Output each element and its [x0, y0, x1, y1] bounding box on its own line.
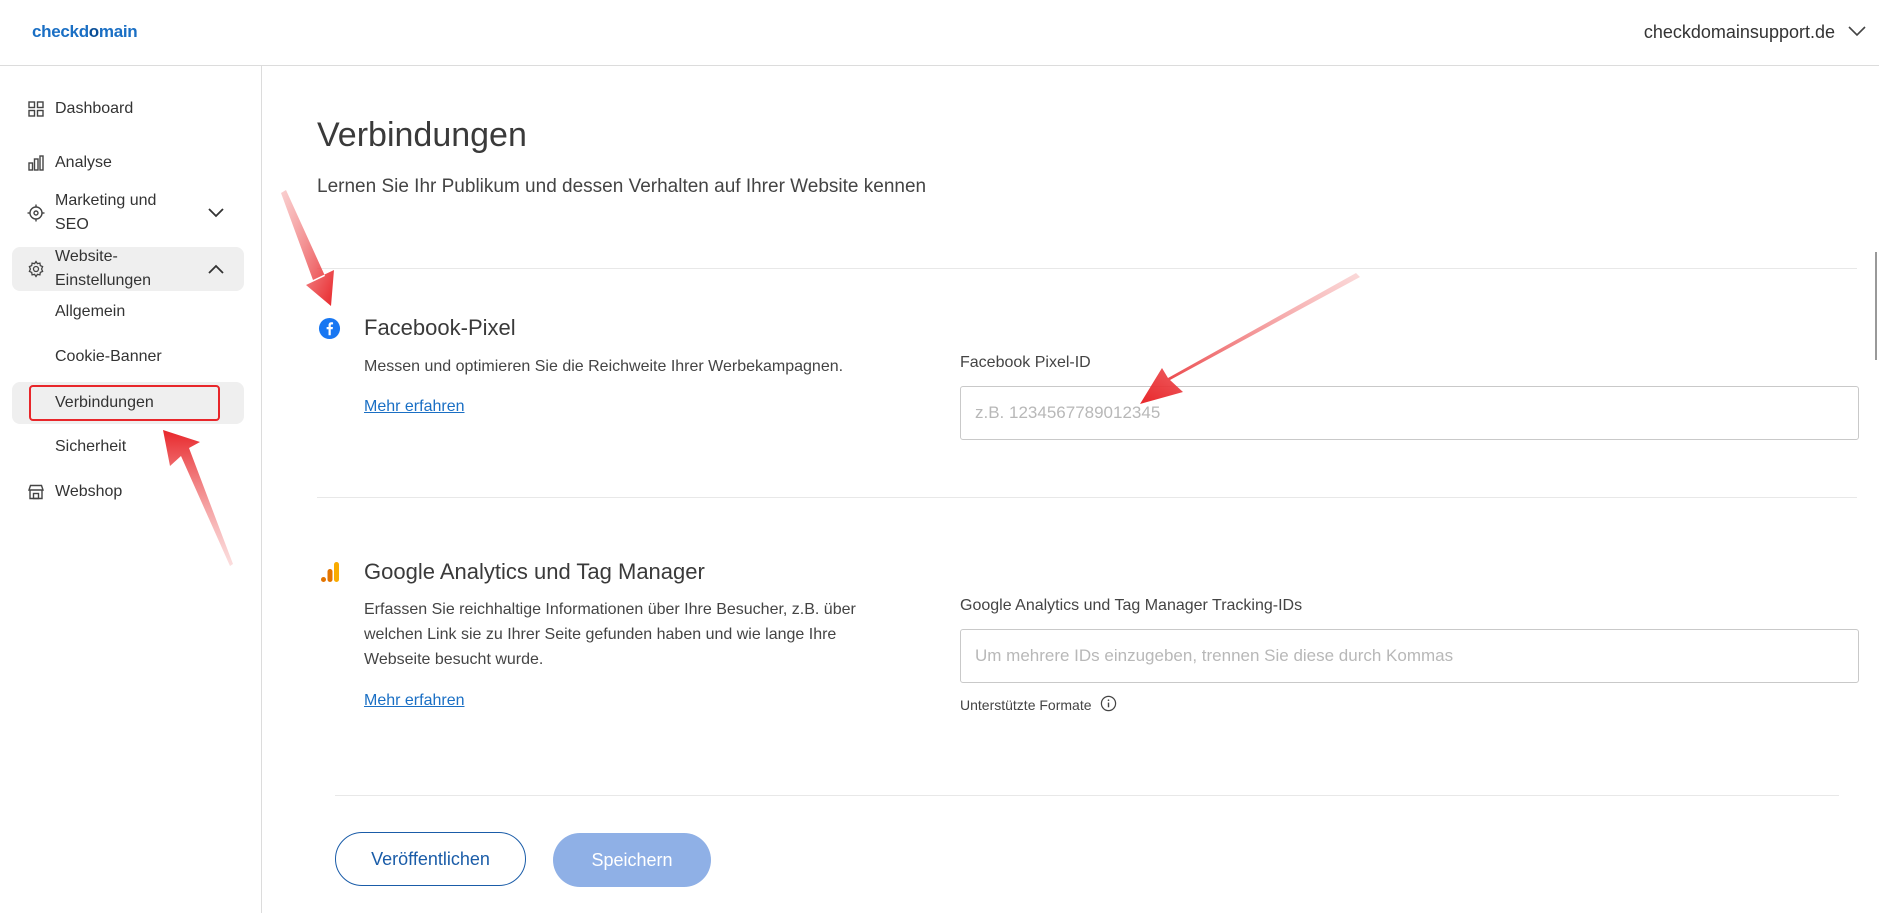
info-icon[interactable]	[1100, 695, 1117, 715]
google-more-link[interactable]: Mehr erfahren	[364, 692, 465, 710]
shop-icon	[27, 483, 45, 501]
facebook-icon	[318, 317, 341, 340]
chevron-down-icon	[1847, 22, 1867, 43]
sidebar: Dashboard Analyse Marketing und SEO Webs…	[0, 66, 262, 913]
scrollbar[interactable]	[1875, 252, 1879, 360]
domain-selector[interactable]: checkdomainsupport.de	[1644, 22, 1867, 43]
sidebar-item-label: Marketing und SEO	[55, 192, 157, 233]
google-tracking-ids-input[interactable]	[960, 629, 1859, 683]
bar-chart-icon	[27, 154, 45, 172]
save-button[interactable]: Speichern	[553, 833, 711, 887]
facebook-pixel-id-label: Facebook Pixel-ID	[960, 354, 1091, 371]
sidebar-item-dashboard[interactable]: Dashboard	[12, 90, 244, 128]
logo-text-start: checkd	[32, 22, 89, 41]
google-tracking-ids-label: Google Analytics und Tag Manager Trackin…	[960, 597, 1303, 614]
sidebar-item-webshop[interactable]: Webshop	[12, 473, 244, 511]
divider	[317, 268, 1857, 269]
logo-text-end: main	[98, 22, 138, 41]
publish-button[interactable]: Veröffentlichen	[335, 832, 526, 886]
sidebar-subitem-sicherheit[interactable]: Sicherheit	[12, 428, 244, 466]
sidebar-subitem-allgemein[interactable]: Allgemein	[12, 293, 244, 331]
checkdomain-logo[interactable]: checkdomain	[32, 22, 138, 42]
logo-text-accent: o	[88, 22, 99, 41]
google-section-description: Erfassen Sie reichhaltige Informationen …	[364, 601, 856, 668]
sidebar-item-label: Dashboard	[55, 100, 134, 117]
gear-icon	[27, 260, 45, 278]
domain-label: checkdomainsupport.de	[1643, 22, 1835, 42]
facebook-section-description: Messen und optimieren Sie die Reichweite…	[364, 358, 844, 375]
main-content: Verbindungen Lernen Sie Ihr Publikum und…	[263, 66, 1879, 913]
facebook-more-link[interactable]: Mehr erfahren	[364, 398, 465, 416]
chevron-down-icon	[206, 206, 226, 220]
sidebar-item-label: Webshop	[55, 483, 123, 500]
supported-formats-row: Unterstützte Formate	[960, 695, 1117, 715]
sidebar-item-website-settings[interactable]: Website-Einstellungen	[12, 247, 244, 291]
supported-formats-label: Unterstützte Formate	[960, 697, 1092, 713]
google-section-title: Google Analytics und Tag Manager	[364, 559, 705, 584]
highlight-box	[29, 385, 220, 421]
sidebar-item-marketing[interactable]: Marketing und SEO	[12, 188, 244, 238]
facebook-pixel-id-input[interactable]	[960, 386, 1859, 440]
sidebar-item-label: Analyse	[55, 154, 112, 171]
top-header: checkdomain checkdomainsupport.de	[0, 0, 1879, 66]
page-title: Verbindungen	[317, 116, 527, 154]
chevron-up-icon	[206, 262, 226, 276]
sidebar-item-analyse[interactable]: Analyse	[12, 144, 244, 182]
divider	[317, 497, 1857, 498]
google-analytics-icon	[318, 560, 342, 584]
page-subtitle: Lernen Sie Ihr Publikum und dessen Verha…	[317, 176, 927, 197]
target-icon	[27, 204, 45, 222]
divider	[335, 795, 1839, 796]
sidebar-subitem-cookie-banner[interactable]: Cookie-Banner	[12, 338, 244, 376]
facebook-section-title: Facebook-Pixel	[364, 315, 516, 340]
sidebar-item-label: Website-Einstellungen	[55, 248, 152, 289]
grid-icon	[27, 100, 45, 118]
